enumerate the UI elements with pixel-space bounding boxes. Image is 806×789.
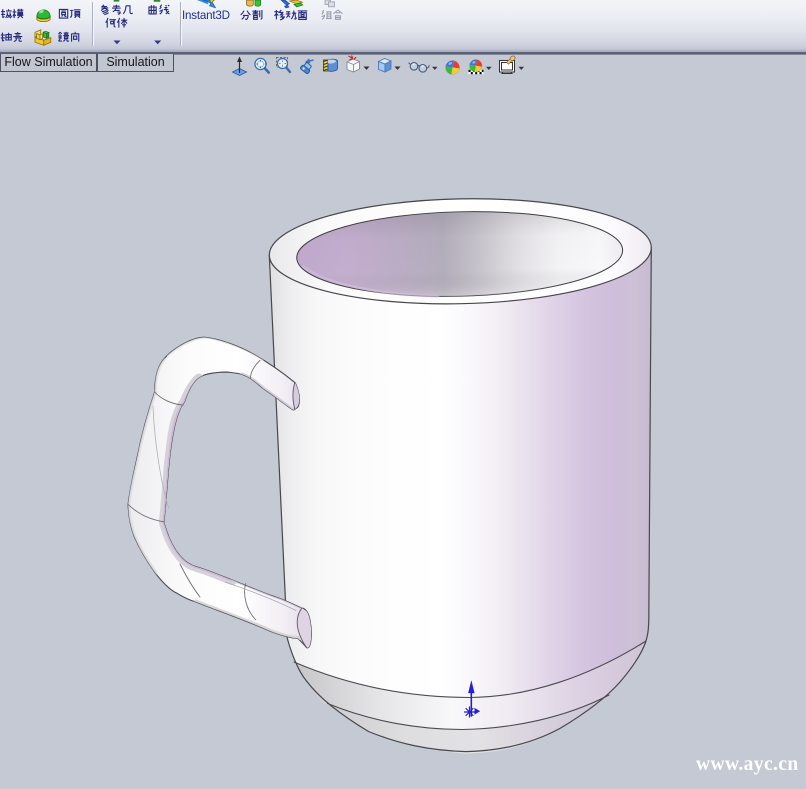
svg-text:Instant3D: Instant3D (182, 9, 230, 22)
